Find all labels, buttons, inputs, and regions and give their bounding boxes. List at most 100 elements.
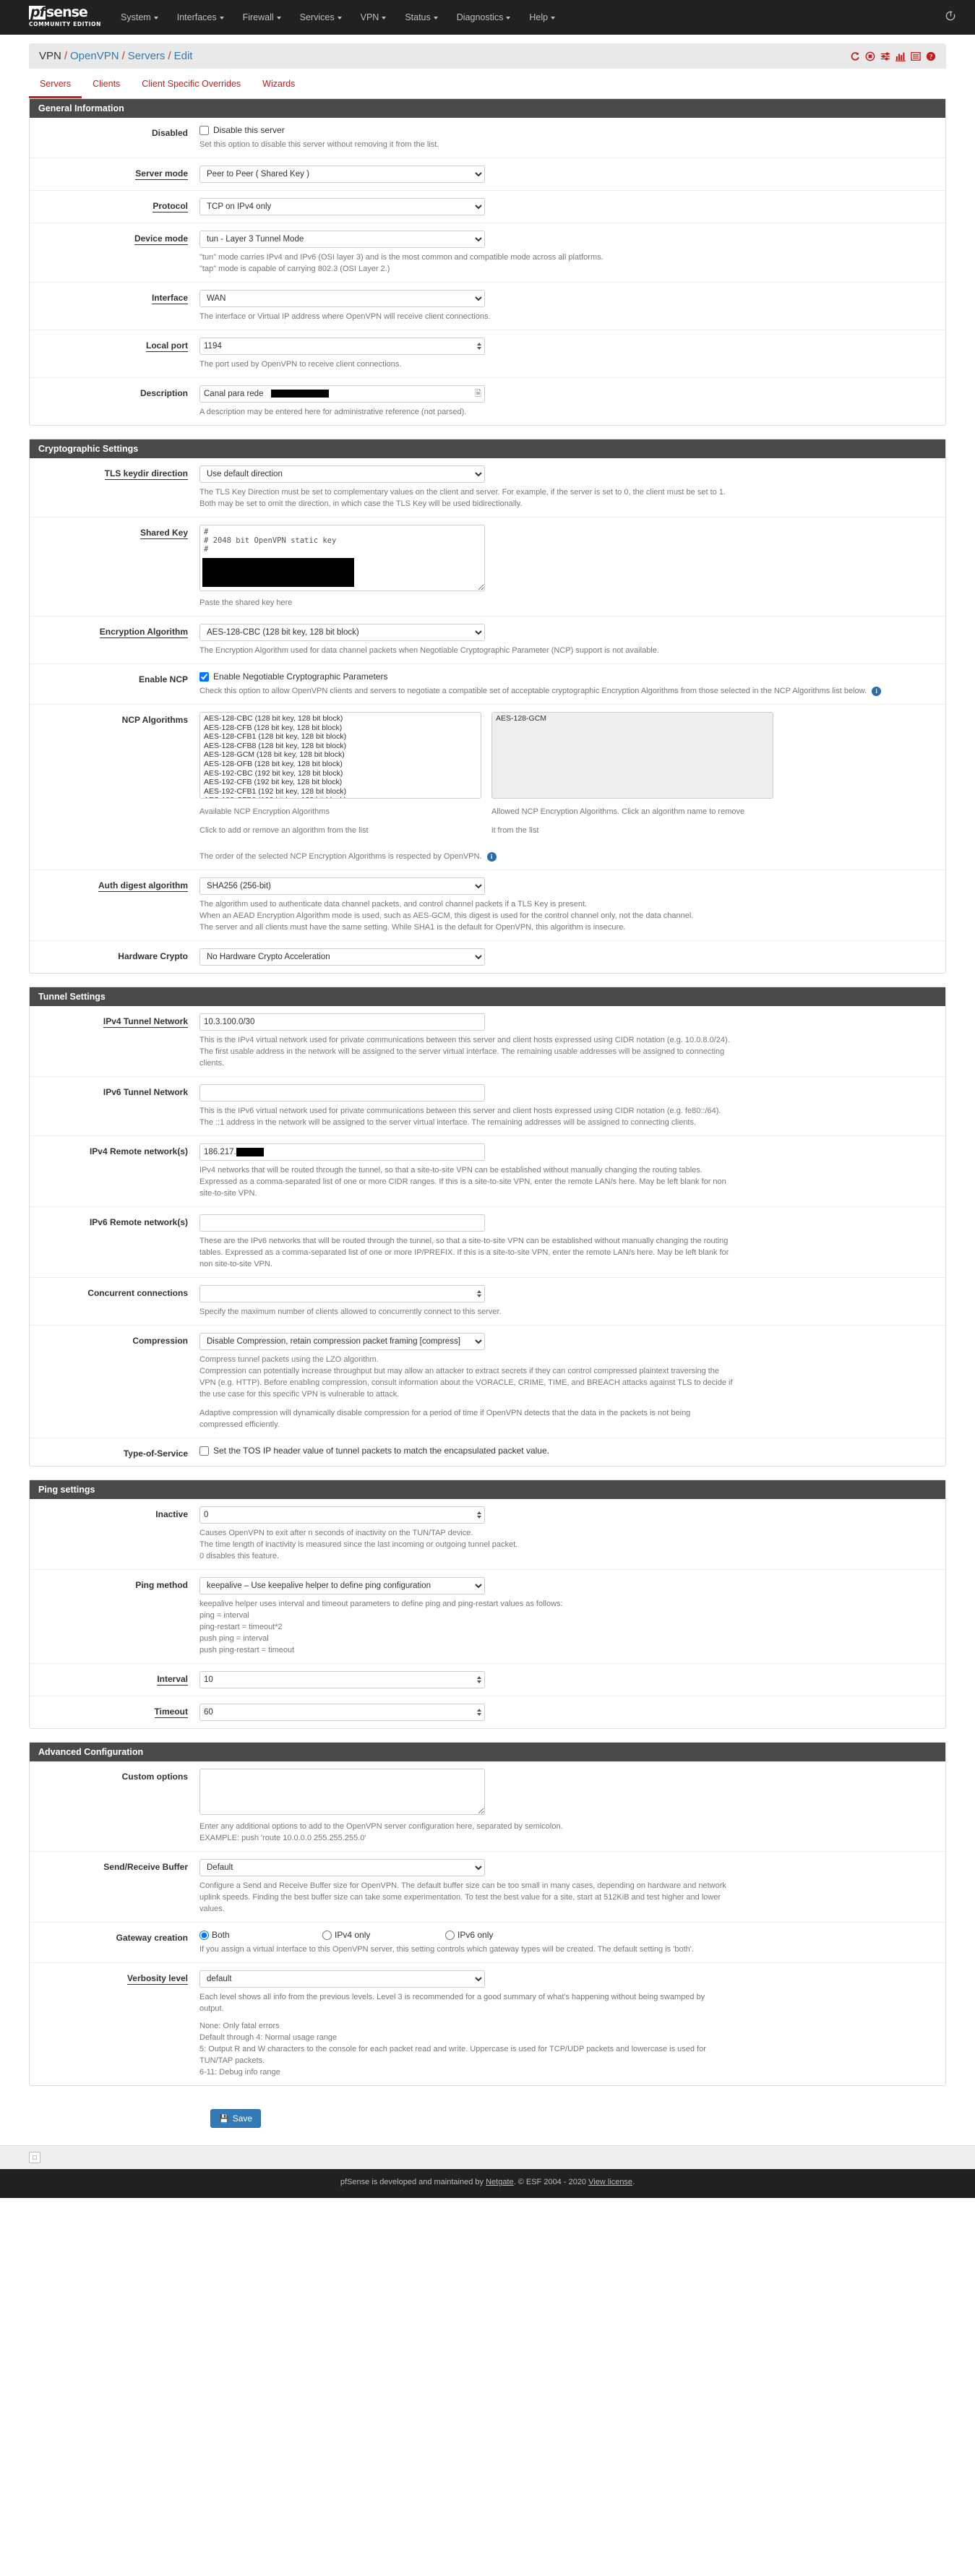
gateway-radio-both[interactable] (199, 1930, 209, 1940)
concurrent-connections-stepper[interactable] (474, 1287, 484, 1301)
restart-icon[interactable] (849, 51, 860, 61)
disable-server-checkbox-row[interactable]: Disable this server (199, 125, 932, 135)
tls-keydir-select[interactable]: Use default direction (199, 465, 485, 483)
sliders-icon[interactable] (880, 51, 890, 61)
interface-select[interactable]: WAN (199, 290, 485, 307)
ping-method-select[interactable]: keepalive – Use keepalive helper to defi… (199, 1577, 485, 1594)
timeout-wrap (199, 1704, 485, 1721)
ncp-available-option[interactable]: AES-128-OFB (128 bit key, 128 bit block) (202, 760, 479, 769)
nav-item-services[interactable]: Services (291, 0, 351, 35)
device-mode-select[interactable]: tun - Layer 3 Tunnel Mode (199, 231, 485, 248)
type-of-service-checkbox[interactable] (199, 1446, 209, 1456)
clipboard-icon[interactable]: 🗎 (475, 387, 481, 401)
tab-wizards[interactable]: Wizards (252, 69, 306, 98)
custom-options-textarea[interactable] (199, 1769, 485, 1815)
ncp-available-option[interactable]: AES-128-CFB8 (128 bit key, 128 bit block… (202, 742, 479, 751)
breadcrumb-openvpn[interactable]: OpenVPN (70, 50, 119, 62)
gateway-label-both: Both (212, 1930, 230, 1940)
interval-stepper[interactable] (474, 1673, 484, 1687)
content-container: VPN/OpenVPN/Servers/Edit ? Servers (29, 43, 946, 2145)
ncp-available-note-2: Click to add or remove an algorithm from… (199, 826, 369, 835)
help-icon[interactable]: ? (925, 51, 936, 61)
tab-servers[interactable]: Servers (29, 69, 82, 98)
stop-icon[interactable] (864, 51, 875, 61)
local-port-input[interactable] (199, 338, 485, 355)
compression-select[interactable]: Disable Compression, retain compression … (199, 1333, 485, 1350)
ncp-available-option[interactable]: AES-128-CBC (128 bit key, 128 bit block) (202, 714, 479, 724)
type-of-service-checkbox-row[interactable]: Set the TOS IP header value of tunnel pa… (199, 1446, 932, 1456)
interval-input[interactable] (199, 1671, 485, 1688)
ipv4-tunnel-network-input[interactable] (199, 1013, 485, 1031)
server-mode-select[interactable]: Peer to Peer ( Shared Key ) (199, 166, 485, 183)
ncp-available-option[interactable]: AES-192-CBC (192 bit key, 128 bit block) (202, 769, 479, 778)
nav-item-vpn[interactable]: VPN (351, 0, 396, 35)
footer-license-link[interactable]: View license (588, 2178, 632, 2186)
help-device-mode: "tun" mode carries IPv4 and IPv6 (OSI la… (199, 252, 932, 275)
save-button[interactable]: 💾 Save (210, 2109, 262, 2128)
label-hardware-crypto: Hardware Crypto (118, 951, 188, 961)
enable-ncp-checkbox[interactable] (199, 671, 209, 682)
ncp-allowed-list[interactable]: AES-128-GCM (491, 712, 773, 799)
ncp-available-option[interactable]: AES-128-CFB (128 bit key, 128 bit block) (202, 724, 479, 733)
auth-digest-select[interactable]: SHA256 (256-bit) (199, 877, 485, 895)
label-description: Description (139, 388, 188, 398)
inactive-input[interactable] (199, 1506, 485, 1524)
row-shared-key: Shared Key Paste the shared key here (30, 518, 945, 617)
ncp-available-option[interactable]: AES-192-CFB (192 bit key, 128 bit block) (202, 778, 479, 787)
shared-key-redaction (202, 558, 354, 587)
chart-icon[interactable] (895, 51, 906, 61)
hardware-crypto-select[interactable]: No Hardware Crypto Acceleration (199, 948, 485, 966)
tab-client-specific-overrides[interactable]: Client Specific Overrides (131, 69, 252, 98)
info-icon[interactable]: i (872, 686, 882, 696)
inactive-stepper[interactable] (474, 1508, 484, 1522)
nav-item-status[interactable]: Status (395, 0, 447, 35)
nav-item-help[interactable]: Help (520, 0, 564, 35)
nav-item-interfaces[interactable]: Interfaces (168, 0, 233, 35)
gateway-radio-ipv6[interactable] (445, 1930, 455, 1940)
enable-ncp-checkbox-row[interactable]: Enable Negotiable Cryptographic Paramete… (199, 671, 932, 682)
nav-item-system[interactable]: System (111, 0, 168, 35)
ncp-available-option[interactable]: AES-128-CFB1 (128 bit key, 128 bit block… (202, 732, 479, 742)
encryption-algorithm-select[interactable]: AES-128-CBC (128 bit key, 128 bit block) (199, 624, 485, 641)
gateway-option-both[interactable]: Both (199, 1930, 322, 1940)
ncp-allowed-option[interactable]: AES-128-GCM (494, 714, 771, 724)
gateway-radio-ipv4[interactable] (322, 1930, 332, 1940)
help-ping-method-2: ping = interval (199, 1611, 249, 1620)
ncp-allowed-note-2: it from the list (491, 826, 539, 835)
pfsense-logo[interactable]: pf sense COMMUNITY EDITION (29, 6, 101, 29)
gateway-creation-radio-group: Both IPv4 only IPv6 only (199, 1930, 932, 1940)
panel-title-crypto: Cryptographic Settings (30, 439, 945, 458)
interval-wrap (199, 1671, 485, 1688)
page-header: VPN / OpenVPN / Servers / Edit ? (29, 43, 946, 69)
footer-expand-icon[interactable]: □ (29, 2152, 40, 2163)
gateway-option-ipv6[interactable]: IPv6 only (445, 1930, 568, 1940)
list-icon[interactable] (910, 51, 921, 61)
ncp-available-option[interactable]: AES-192-CFB1 (192 bit key, 128 bit block… (202, 787, 479, 797)
ncp-available-option[interactable]: AES-192-CFB8 (192 bit key, 128 bit block… (202, 796, 479, 799)
ncp-available-option[interactable]: AES-128-GCM (128 bit key, 128 bit block) (202, 750, 479, 760)
ipv6-tunnel-network-input[interactable] (199, 1084, 485, 1102)
ipv6-remote-networks-input[interactable] (199, 1214, 485, 1232)
info-icon[interactable]: i (486, 851, 497, 862)
nav-label-interfaces: Interfaces (176, 12, 217, 22)
ncp-available-list[interactable]: AES-128-CBC (128 bit key, 128 bit block)… (199, 712, 481, 799)
breadcrumb-edit[interactable]: Edit (174, 50, 193, 62)
send-receive-buffer-select[interactable]: Default (199, 1859, 485, 1876)
protocol-select[interactable]: TCP on IPv4 only (199, 198, 485, 215)
nav-item-diagnostics[interactable]: Diagnostics (447, 0, 520, 35)
navbar-right (945, 11, 956, 25)
disable-server-checkbox[interactable] (199, 125, 209, 135)
tab-clients[interactable]: Clients (82, 69, 131, 98)
row-ipv4-tunnel-network: IPv4 Tunnel Network This is the IPv4 vir… (30, 1006, 945, 1077)
timeout-input[interactable] (199, 1704, 485, 1721)
footer-netgate-link[interactable]: Netgate (486, 2178, 514, 2186)
verbosity-level-select[interactable]: default (199, 1970, 485, 1988)
concurrent-connections-input[interactable] (199, 1285, 485, 1302)
breadcrumb-servers[interactable]: Servers (128, 50, 166, 62)
description-input[interactable] (199, 385, 485, 403)
nav-item-firewall[interactable]: Firewall (233, 0, 291, 35)
gateway-option-ipv4[interactable]: IPv4 only (322, 1930, 445, 1940)
local-port-stepper[interactable] (474, 339, 484, 353)
logout-icon[interactable] (945, 11, 956, 25)
timeout-stepper[interactable] (474, 1705, 484, 1720)
